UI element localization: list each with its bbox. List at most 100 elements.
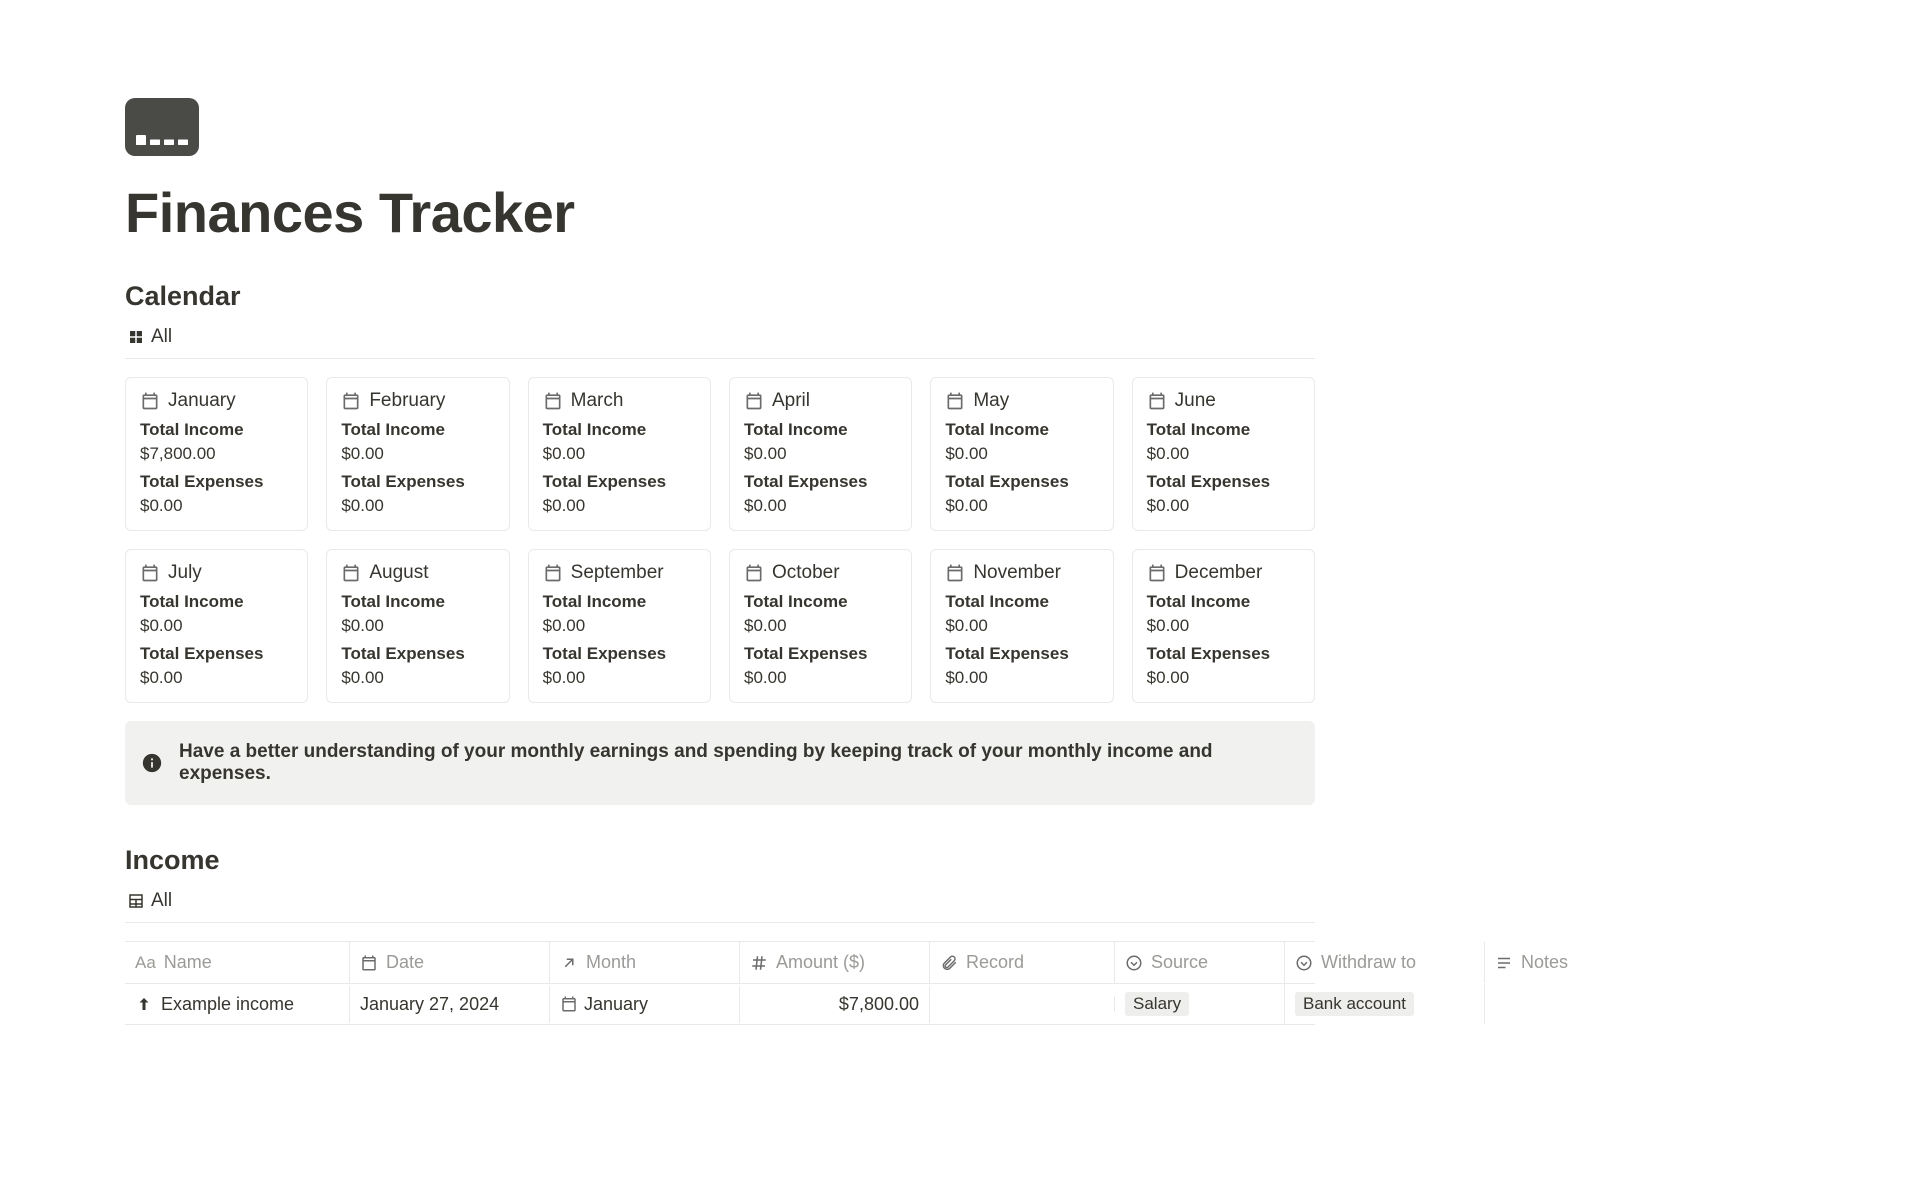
table-header: AaName Date Month Amount ($) Record Sour…	[125, 942, 1315, 984]
col-record[interactable]: Record	[930, 942, 1115, 983]
income-value: $0.00	[341, 616, 494, 636]
calendar-heading: Calendar	[125, 281, 1315, 312]
col-withdraw[interactable]: Withdraw to	[1285, 942, 1485, 983]
month-card[interactable]: AugustTotal Income$0.00Total Expenses$0.…	[326, 549, 509, 703]
month-card[interactable]: NovemberTotal Income$0.00Total Expenses$…	[930, 549, 1113, 703]
col-date[interactable]: Date	[350, 942, 550, 983]
expenses-value: $0.00	[1147, 668, 1300, 688]
calendar-icon	[1147, 391, 1167, 411]
arrow-icon	[560, 954, 578, 972]
month-card[interactable]: December Total Income $0.00 Total Expenses $…	[1132, 549, 1315, 703]
month-name: April	[772, 390, 810, 412]
calendar-icon	[1147, 563, 1167, 583]
calendar-icon	[744, 563, 764, 583]
month-card[interactable]: OctoberTotal Income$0.00Total Expenses$0…	[729, 549, 912, 703]
income-label: Total Income	[945, 592, 1098, 612]
month-card[interactable]: FebruaryTotal Income$0.00Total Expenses$…	[326, 377, 509, 531]
income-value: $0.00	[945, 616, 1098, 636]
clip-icon	[940, 954, 958, 972]
month-name: September	[571, 562, 664, 584]
expenses-label: Total Expenses	[341, 644, 494, 664]
col-notes[interactable]: Notes	[1485, 942, 1578, 983]
col-name[interactable]: AaName	[125, 942, 350, 983]
table-row[interactable]: Example incomeJanuary 27, 2024January$7,…	[125, 984, 1315, 1025]
income-label: Total Income	[543, 592, 696, 612]
income-view-tab[interactable]: All	[125, 890, 1315, 923]
cell-record[interactable]	[930, 996, 1115, 1012]
select-icon	[1125, 954, 1143, 972]
expenses-label: Total Expenses	[543, 644, 696, 664]
month-name: December	[1175, 562, 1263, 584]
month-card[interactable]: JuneTotal Income$0.00Total Expenses$0.00	[1132, 377, 1315, 531]
lines-icon	[1495, 954, 1513, 972]
month-name: October	[772, 562, 840, 584]
income-table: AaName Date Month Amount ($) Record Sour…	[125, 941, 1315, 1025]
income-label: Total Income	[1147, 592, 1300, 612]
expenses-value: $0.00	[1147, 496, 1300, 516]
month-name: March	[571, 390, 624, 412]
income-value: $0.00	[744, 616, 897, 636]
cell-notes[interactable]	[1485, 996, 1505, 1012]
cell-amount[interactable]: $7,800.00	[740, 986, 930, 1023]
expenses-label: Total Expenses	[744, 472, 897, 492]
expenses-label: Total Expenses	[945, 472, 1098, 492]
expenses-value: $0.00	[341, 496, 494, 516]
calendar-icon	[543, 563, 563, 583]
hash-icon	[750, 954, 768, 972]
expenses-label: Total Expenses	[341, 472, 494, 492]
col-month[interactable]: Month	[550, 942, 740, 983]
month-card[interactable]: September Total Income $0.00 Total Expenses…	[528, 549, 711, 703]
expenses-label: Total Expenses	[543, 472, 696, 492]
month-card[interactable]: JulyTotal Income$0.00Total Expenses$0.00	[125, 549, 308, 703]
calendar-view-label: All	[151, 326, 172, 348]
expenses-label: Total Expenses	[1147, 644, 1300, 664]
expenses-label: Total Expenses	[744, 644, 897, 664]
callout-text: Have a better understanding of your mont…	[179, 741, 1299, 785]
page-title: Finances Tracker	[125, 180, 1315, 245]
month-card[interactable]: April Total Income $0.00 Total Expenses $0.0…	[729, 377, 912, 531]
calendar-icon	[360, 954, 378, 972]
income-value: $0.00	[1147, 616, 1300, 636]
expenses-value: $0.00	[744, 668, 897, 688]
calendar-view-tab[interactable]: All	[125, 326, 1315, 359]
expenses-value: $0.00	[744, 496, 897, 516]
month-name: August	[369, 562, 428, 584]
cell-month[interactable]: January	[550, 986, 740, 1023]
cell-name[interactable]: Example income	[125, 986, 350, 1023]
cell-source[interactable]: Salary	[1115, 984, 1285, 1024]
col-amount[interactable]: Amount ($)	[740, 942, 930, 983]
month-card[interactable]: MarchTotal Income$0.00Total Expenses$0.0…	[528, 377, 711, 531]
cell-withdraw[interactable]: Bank account	[1285, 984, 1485, 1024]
income-label: Total Income	[1147, 420, 1300, 440]
month-card[interactable]: JanuaryTotal Income$7,800.00Total Expens…	[125, 377, 308, 531]
expenses-value: $0.00	[140, 668, 293, 688]
month-name: July	[168, 562, 202, 584]
income-value: $0.00	[1147, 444, 1300, 464]
calendar-icon	[945, 563, 965, 583]
select-icon	[1295, 954, 1313, 972]
info-icon	[141, 752, 163, 774]
cell-date[interactable]: January 27, 2024	[350, 986, 550, 1023]
income-value: $0.00	[543, 616, 696, 636]
gallery-icon	[127, 328, 145, 346]
income-label: Total Income	[744, 420, 897, 440]
income-label: Total Income	[341, 420, 494, 440]
calendar-icon	[140, 563, 160, 583]
calendar-icon	[560, 995, 578, 1013]
income-value: $0.00	[945, 444, 1098, 464]
income-value: $0.00	[140, 616, 293, 636]
income-label: Total Income	[543, 420, 696, 440]
month-name: November	[973, 562, 1061, 584]
table-icon	[127, 892, 145, 910]
income-value: $7,800.00	[140, 444, 293, 464]
calendar-icon	[945, 391, 965, 411]
expenses-value: $0.00	[945, 668, 1098, 688]
col-source[interactable]: Source	[1115, 942, 1285, 983]
month-card[interactable]: MayTotal Income$0.00Total Expenses$0.00	[930, 377, 1113, 531]
income-label: Total Income	[140, 592, 293, 612]
calendar-icon	[744, 391, 764, 411]
calendar-icon	[543, 391, 563, 411]
income-label: Total Income	[341, 592, 494, 612]
income-heading: Income	[125, 845, 1315, 876]
income-value: $0.00	[744, 444, 897, 464]
